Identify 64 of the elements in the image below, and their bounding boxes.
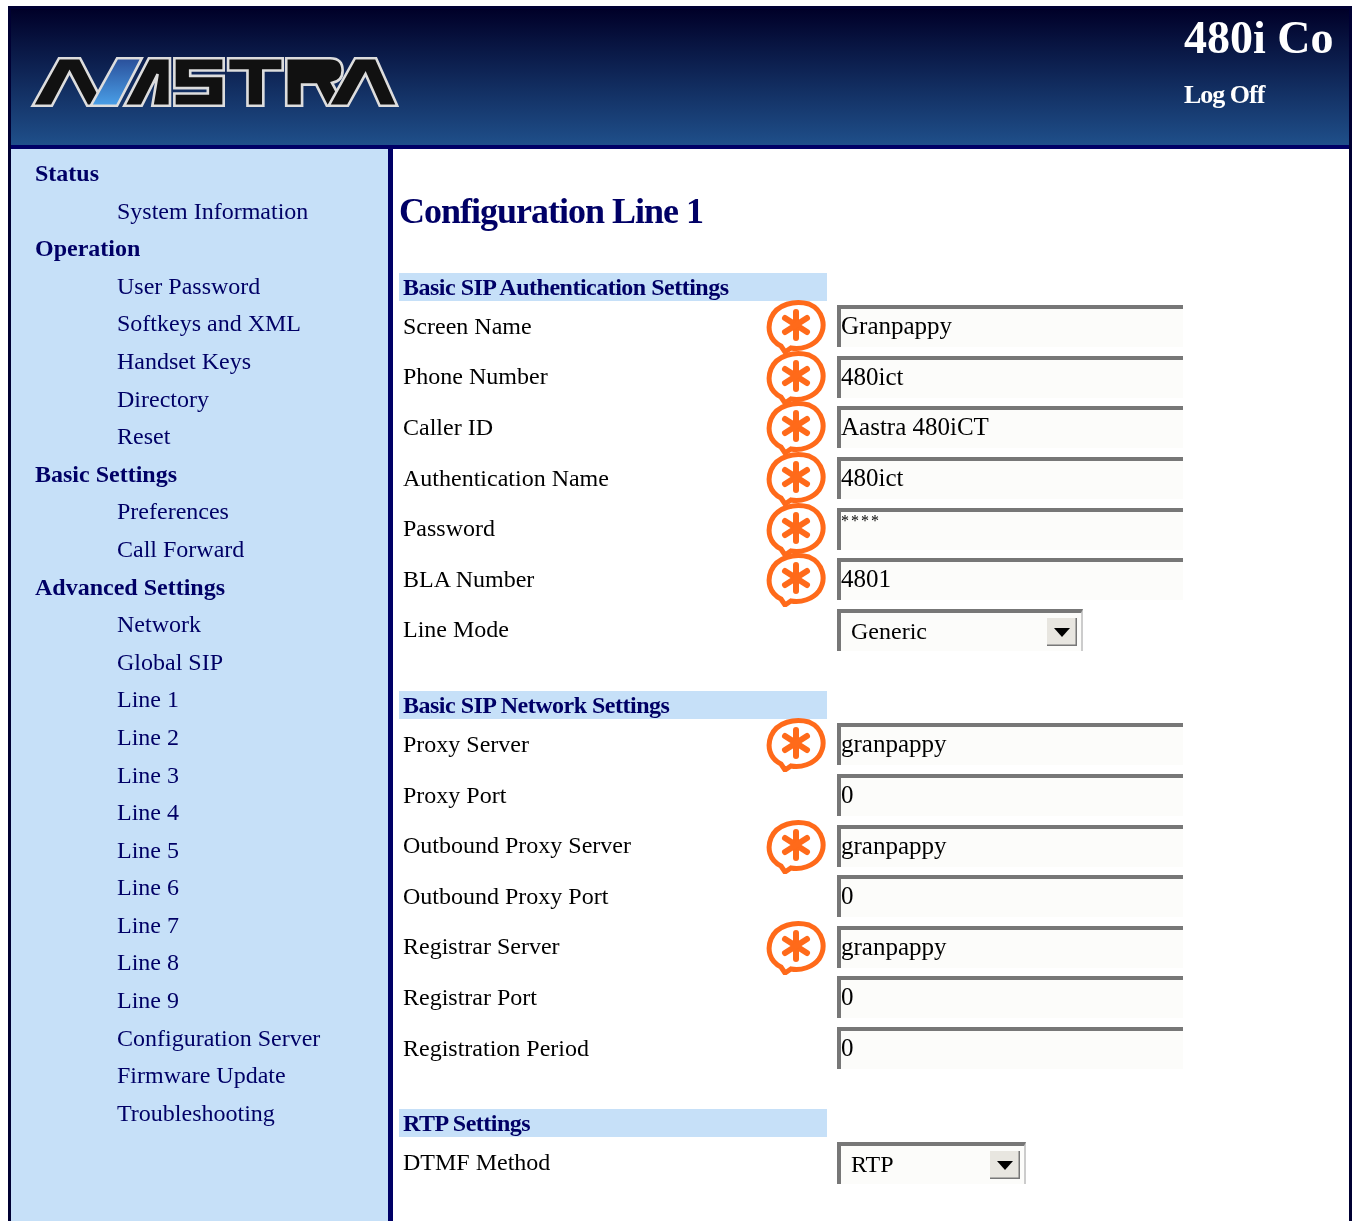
- nav-group-link[interactable]: Advanced Settings: [35, 568, 226, 607]
- field-label: DTMF Method: [403, 1149, 552, 1177]
- dropdown[interactable]: RTP: [837, 1141, 1026, 1184]
- field-label: Outbound Proxy Server: [403, 832, 632, 860]
- nav-group-link[interactable]: Operation: [35, 230, 141, 268]
- password-field[interactable]: ****: [837, 507, 1183, 550]
- nav-link[interactable]: Reset: [117, 418, 171, 456]
- page-title: Configuration Line 1: [399, 190, 705, 233]
- text-field[interactable]: 480ict: [837, 457, 1183, 500]
- section-header: RTP Settings: [399, 1109, 827, 1138]
- text-field[interactable]: Granpappy: [837, 305, 1183, 348]
- nav-group-link[interactable]: Basic Settings: [35, 455, 177, 494]
- nav-link[interactable]: Softkeys and XML: [117, 305, 301, 343]
- dropdown-arrow-icon: [990, 1150, 1020, 1179]
- field-label: Authentication Name: [403, 464, 610, 492]
- text-field[interactable]: 0: [837, 774, 1183, 817]
- nav-link[interactable]: Call Forward: [117, 530, 245, 569]
- nav-link[interactable]: Preferences: [117, 493, 229, 531]
- field-label: Phone Number: [403, 363, 549, 391]
- nav-link[interactable]: Network: [117, 606, 201, 644]
- field-label: Proxy Server: [403, 730, 530, 758]
- nav-link[interactable]: Line 1: [117, 681, 179, 719]
- nav-link[interactable]: Troubleshooting: [117, 1094, 275, 1133]
- text-field[interactable]: granpappy: [837, 925, 1183, 968]
- field-label: Proxy Port: [403, 781, 508, 809]
- nav-link[interactable]: Configuration Server: [117, 1019, 321, 1058]
- nav-link[interactable]: Global SIP: [117, 643, 223, 682]
- field-label: Line Mode: [403, 616, 510, 644]
- text-field[interactable]: 480ict: [837, 355, 1183, 398]
- nav-link[interactable]: Directory: [117, 380, 209, 419]
- text-field[interactable]: 4801: [837, 558, 1183, 601]
- nav-link[interactable]: Line 6: [117, 869, 179, 907]
- nav-link[interactable]: System Information: [117, 192, 309, 231]
- nav-link[interactable]: User Password: [117, 267, 261, 306]
- field-label: Registrar Server: [403, 933, 561, 961]
- text-field[interactable]: 0: [837, 976, 1183, 1019]
- field-label: Caller ID: [403, 414, 494, 441]
- field-label: Password: [403, 515, 496, 543]
- text-field[interactable]: 0: [837, 875, 1183, 918]
- nav-link[interactable]: Line 5: [117, 831, 179, 870]
- field-label: Registration Period: [403, 1034, 590, 1062]
- nav-link[interactable]: Firmware Update: [117, 1057, 286, 1095]
- text-field[interactable]: granpappy: [837, 723, 1183, 766]
- text-field[interactable]: Aastra 480iCT: [837, 406, 1183, 449]
- nav-link[interactable]: Line 9: [117, 982, 179, 1020]
- nav-link[interactable]: Line 7: [117, 906, 179, 945]
- text-field[interactable]: granpappy: [837, 824, 1183, 867]
- nav-group-link[interactable]: Status: [35, 155, 100, 193]
- nav-link[interactable]: Line 2: [117, 718, 179, 757]
- field-label: BLA Number: [403, 565, 536, 593]
- field-label: Registrar Port: [403, 983, 538, 1011]
- dropdown[interactable]: Generic: [837, 608, 1083, 651]
- page-heading: 480i Co: [1184, 11, 1335, 64]
- nav-link[interactable]: Handset Keys: [117, 342, 251, 381]
- section-header: Basic SIP Network Settings: [399, 691, 827, 720]
- nav-link[interactable]: Line 8: [117, 944, 179, 983]
- section-header: Basic SIP Authentication Settings: [399, 273, 827, 301]
- dropdown-arrow-icon: [1047, 617, 1077, 646]
- field-label: Screen Name: [403, 312, 533, 340]
- nav-link[interactable]: Line 4: [117, 794, 179, 832]
- nav-link[interactable]: Line 3: [117, 756, 179, 795]
- log-off-link[interactable]: Log Off: [1184, 80, 1349, 110]
- text-field[interactable]: 0: [837, 1027, 1183, 1069]
- field-label: Outbound Proxy Port: [403, 882, 610, 910]
